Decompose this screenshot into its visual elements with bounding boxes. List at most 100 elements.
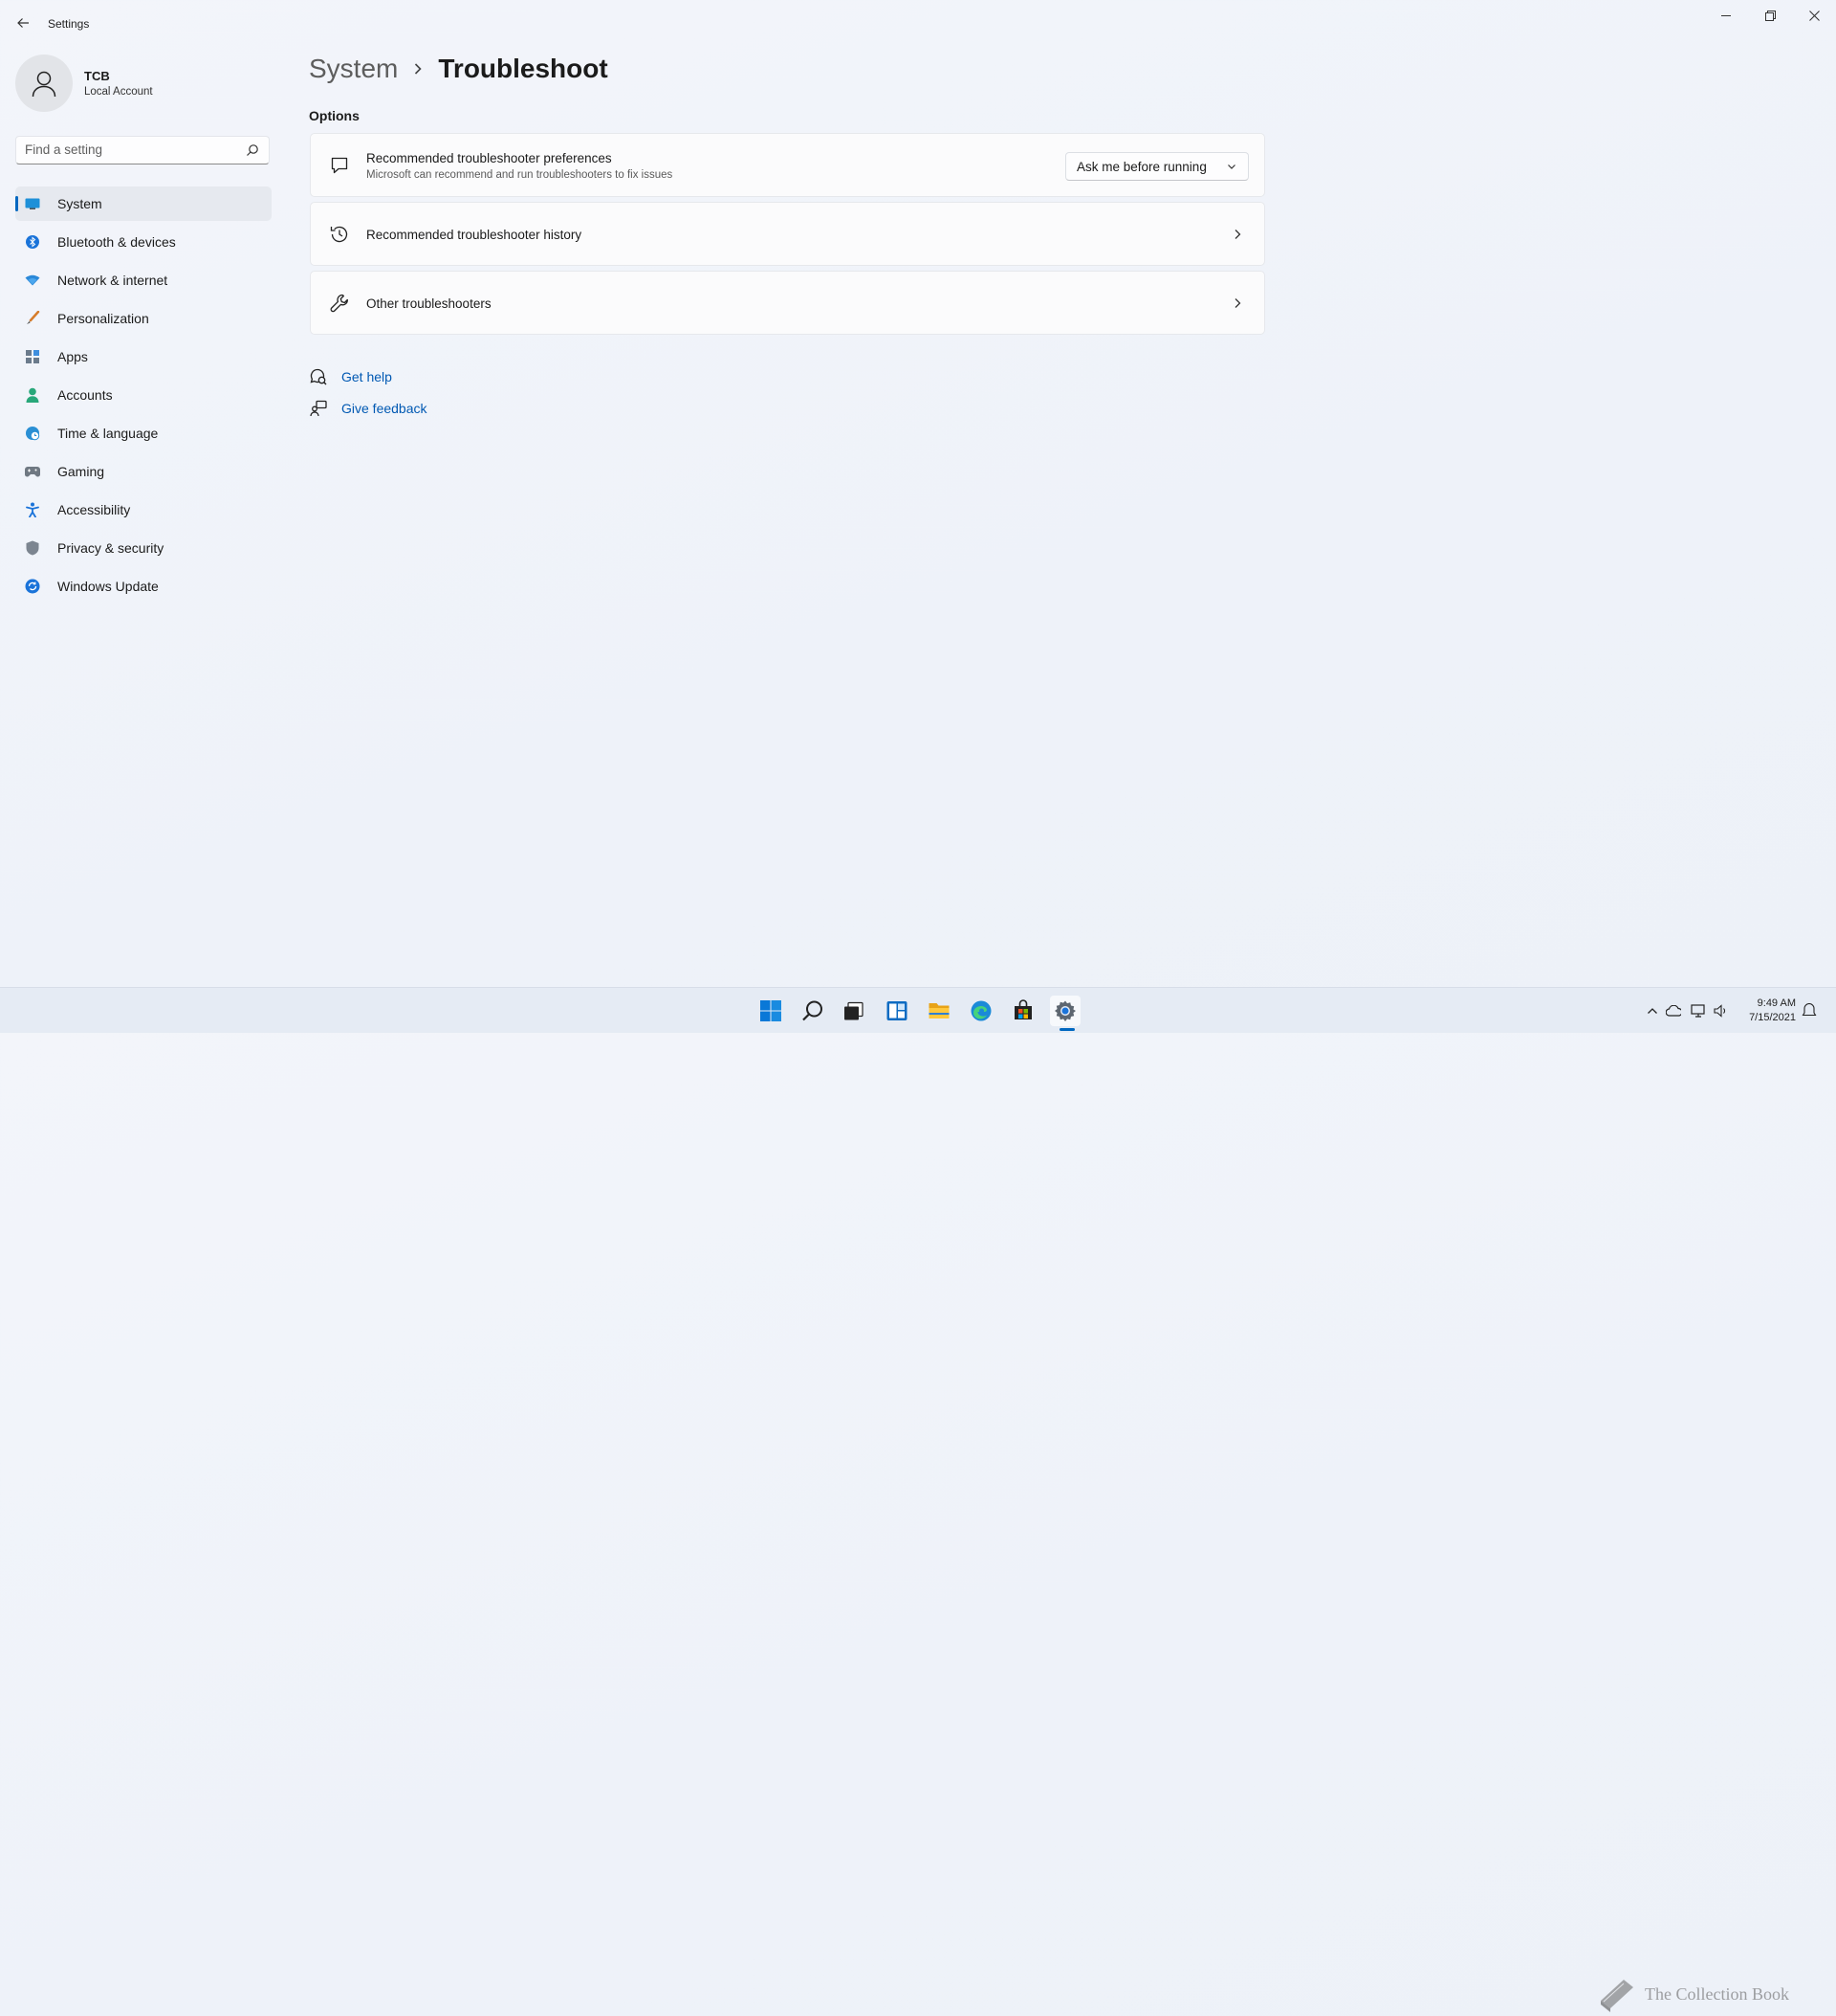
edge-button[interactable] (966, 996, 996, 1026)
sidebar-item-label: Bluetooth & devices (57, 234, 176, 250)
sidebar-item-bluetooth[interactable]: Bluetooth & devices (15, 225, 272, 259)
taskbar: The Collection Book 9:49 AM 7/15/2021 (0, 987, 1836, 2012)
book-icon (1601, 1980, 1633, 2012)
sidebar-item-label: Time & language (57, 426, 159, 441)
restore-button[interactable] (1748, 0, 1792, 31)
wrench-icon (328, 292, 351, 315)
card-title: Other troubleshooters (366, 296, 492, 311)
system-clock[interactable]: 9:49 AM 7/15/2021 (1749, 997, 1796, 1025)
get-help-label[interactable]: Get help (341, 369, 392, 384)
account-type: Local Account (84, 86, 153, 98)
sidebar-item-personalization[interactable]: Personalization (15, 301, 272, 336)
sidebar-item-accessibility[interactable]: Accessibility (15, 493, 272, 527)
close-button[interactable] (1792, 0, 1836, 31)
shield-icon (25, 540, 40, 556)
app-title: Settings (48, 17, 90, 31)
sidebar-item-accounts[interactable]: Accounts (15, 378, 272, 412)
windows-logo-icon (760, 1000, 781, 1021)
sidebar-item-label: Gaming (57, 464, 105, 479)
active-app-indicator (1060, 1028, 1075, 1031)
history-icon (328, 223, 351, 246)
card-title: Recommended troubleshooter history (366, 228, 582, 242)
back-arrow-icon (17, 18, 29, 28)
gear-icon (1055, 1000, 1076, 1021)
person-icon (25, 387, 40, 403)
breadcrumb-parent[interactable]: System (309, 54, 398, 84)
clock-time: 9:49 AM (1757, 997, 1796, 1009)
notification-icon[interactable] (1802, 1003, 1817, 1019)
troubleshooter-preference-dropdown[interactable]: Ask me before running (1065, 152, 1249, 181)
volume-icon[interactable] (1714, 1003, 1729, 1019)
network-icon[interactable] (1691, 1003, 1706, 1019)
feedback-icon (309, 399, 328, 418)
other-troubleshooters-card[interactable]: Other troubleshooters (310, 271, 1265, 335)
sidebar-item-label: Personalization (57, 311, 149, 326)
sidebar-item-privacy[interactable]: Privacy & security (15, 531, 272, 565)
file-explorer-button[interactable] (924, 996, 954, 1026)
help-icon (309, 367, 328, 386)
task-view-button[interactable] (839, 996, 869, 1026)
widgets-icon (886, 1001, 907, 1020)
settings-taskbar-button[interactable] (1050, 996, 1081, 1026)
chevron-down-icon (1228, 164, 1235, 169)
sidebar-item-time-language[interactable]: Time & language (15, 416, 272, 450)
sidebar-item-label: Network & internet (57, 273, 168, 288)
chevron-right-icon (413, 62, 423, 76)
search-icon (802, 1000, 822, 1021)
onedrive-icon[interactable] (1666, 1003, 1681, 1019)
sidebar-item-apps[interactable]: Apps (15, 340, 272, 374)
breadcrumb: System Troubleshoot (309, 54, 608, 84)
accessibility-icon (25, 502, 40, 517)
sidebar-nav: System Bluetooth & devices Network & int… (15, 186, 272, 607)
chevron-right-icon (1235, 298, 1241, 308)
widgets-button[interactable] (882, 996, 912, 1026)
watermark: The Collection Book (1595, 1972, 1789, 2016)
search-icon[interactable] (246, 143, 259, 157)
person-icon (32, 71, 56, 98)
sidebar-item-label: Apps (57, 349, 88, 364)
minimize-button[interactable] (1704, 0, 1748, 31)
store-button[interactable] (1008, 996, 1038, 1026)
user-profile[interactable]: TCB Local Account (15, 55, 153, 112)
apps-icon (25, 349, 40, 364)
chevron-right-icon (1235, 230, 1241, 239)
task-view-icon (844, 1001, 863, 1020)
bluetooth-icon (25, 234, 40, 250)
sidebar-item-system[interactable]: System (15, 186, 272, 221)
restore-icon (1764, 10, 1776, 21)
taskbar-search-button[interactable] (798, 996, 828, 1026)
clock-date: 7/15/2021 (1749, 1012, 1796, 1023)
search-box[interactable] (15, 136, 270, 164)
store-icon (1015, 999, 1032, 1019)
brush-icon (25, 311, 40, 326)
page-title: Troubleshoot (438, 54, 608, 83)
sidebar-item-gaming[interactable]: Gaming (15, 454, 272, 489)
edge-icon (971, 1000, 992, 1021)
system-icon (25, 196, 40, 211)
search-input[interactable] (25, 142, 235, 157)
sidebar-item-windows-update[interactable]: Windows Update (15, 569, 272, 603)
close-icon (1808, 10, 1820, 21)
sidebar-item-label: Windows Update (57, 579, 159, 594)
give-feedback-link[interactable]: Give feedback (309, 399, 427, 418)
file-explorer-icon (929, 1003, 950, 1019)
chevron-up-icon[interactable] (1645, 1003, 1660, 1019)
sidebar-item-label: Privacy & security (57, 540, 164, 556)
card-description: Microsoft can recommend and run troubles… (366, 169, 673, 181)
give-feedback-label[interactable]: Give feedback (341, 401, 427, 416)
get-help-link[interactable]: Get help (309, 367, 392, 386)
sidebar-item-label: Accounts (57, 387, 113, 403)
dropdown-selected-value: Ask me before running (1077, 159, 1207, 174)
avatar (15, 55, 73, 112)
minimize-icon (1721, 15, 1731, 16)
troubleshooter-preferences-card: Recommended troubleshooter preferences M… (310, 133, 1265, 197)
back-button[interactable] (11, 11, 34, 34)
troubleshooter-history-card[interactable]: Recommended troubleshooter history (310, 202, 1265, 266)
sidebar-item-label: Accessibility (57, 502, 131, 517)
gamepad-icon (25, 464, 40, 479)
section-heading: Options (309, 108, 360, 123)
start-button[interactable] (755, 996, 786, 1026)
profile-name: TCB (84, 69, 110, 83)
watermark-text: The Collection Book (1645, 1983, 1789, 2004)
sidebar-item-network[interactable]: Network & internet (15, 263, 272, 297)
